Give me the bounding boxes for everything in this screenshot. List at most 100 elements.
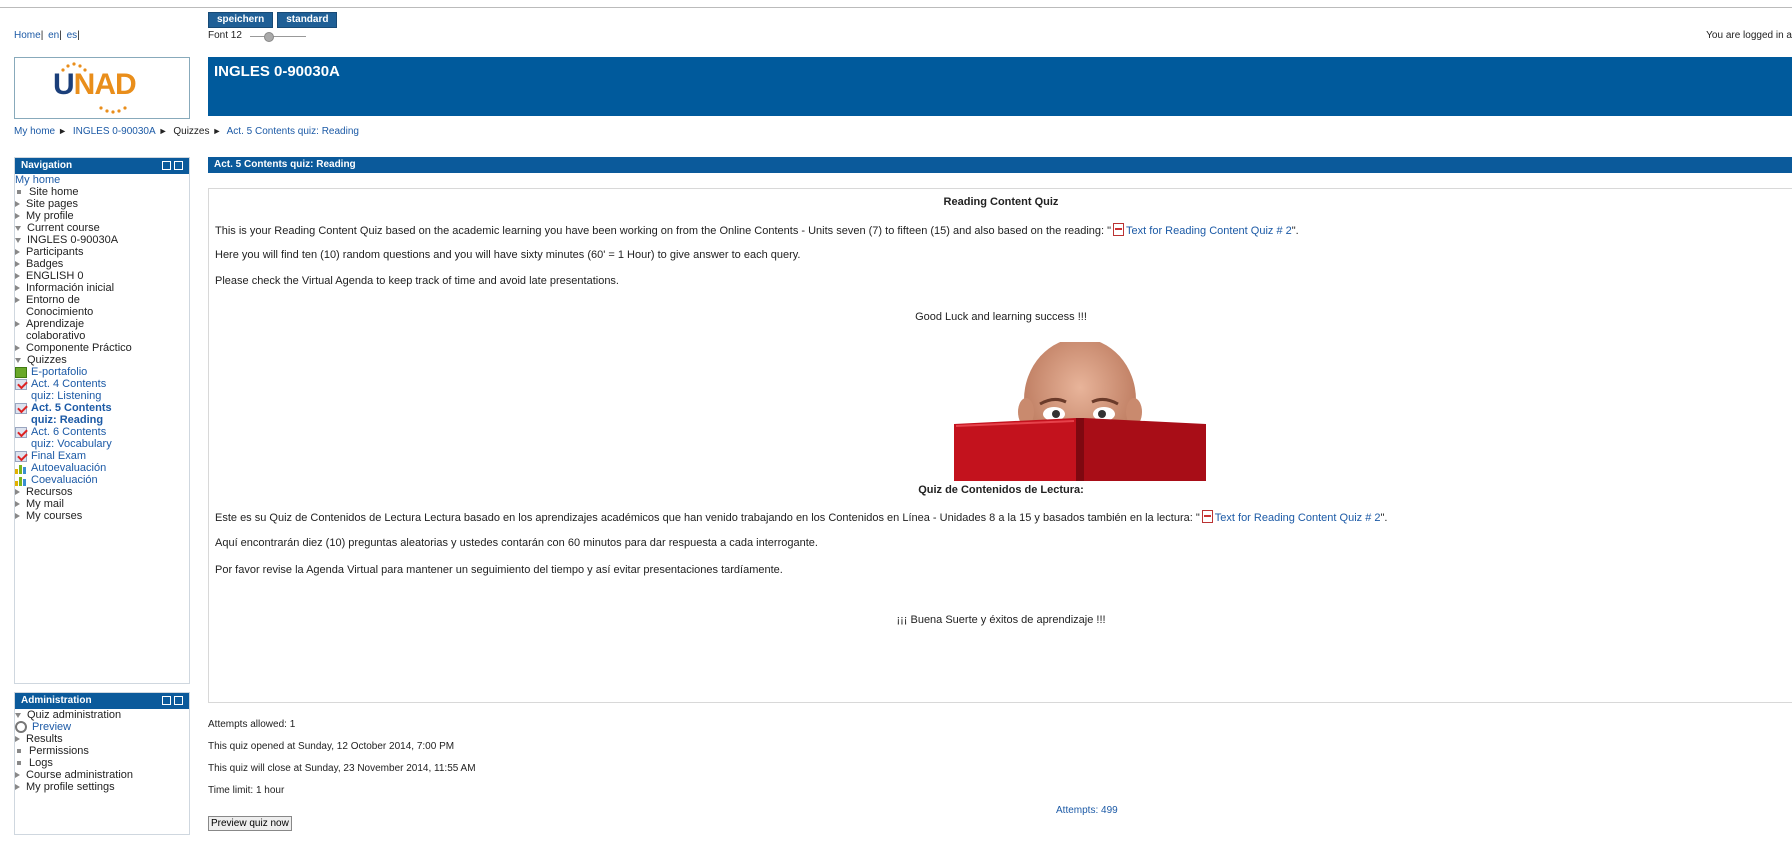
admin-item[interactable]: My profile settings: [15, 781, 189, 793]
tree-item-label[interactable]: Autoevaluación: [31, 462, 106, 474]
breadcrumb-current[interactable]: Act. 5 Contents quiz: Reading: [227, 126, 359, 137]
breadcrumb-separator-icon: ►: [158, 126, 168, 136]
tree-item-label[interactable]: Permissions: [29, 745, 89, 757]
nav-item[interactable]: My mail: [15, 498, 189, 510]
nav-item[interactable]: Act. 4 Contents quiz: Listening: [15, 378, 189, 402]
nav-item[interactable]: My home: [15, 174, 189, 186]
breadcrumb-course[interactable]: INGLES 0-90030A: [73, 126, 156, 137]
pdf-icon: [1201, 510, 1213, 523]
tree-item-label[interactable]: Logs: [29, 757, 53, 769]
nav-item[interactable]: Participants: [15, 246, 189, 258]
nav-item[interactable]: Act. 5 Contents quiz: Reading: [15, 402, 189, 426]
tree-item-label[interactable]: Quiz administration: [27, 709, 121, 721]
attempts-link[interactable]: Attempts: 499: [1056, 805, 1118, 816]
administration-block-header: Administration: [15, 693, 189, 709]
tree-item-label[interactable]: My home: [15, 174, 60, 186]
tree-item-label[interactable]: Course administration: [26, 769, 133, 781]
tree-item-label[interactable]: Badges: [26, 258, 63, 270]
lang-es-link[interactable]: es: [67, 30, 78, 41]
nav-item[interactable]: E-portafolio: [15, 366, 189, 378]
tree-item-label[interactable]: Componente Práctico: [26, 342, 132, 354]
tree-item-label[interactable]: Current course: [27, 222, 100, 234]
breadcrumb-my-home[interactable]: My home: [14, 126, 55, 137]
bullet-icon: [17, 760, 21, 765]
tree-item-label[interactable]: My profile: [26, 210, 74, 222]
nav-item[interactable]: Recursos: [15, 486, 189, 498]
tree-item-label-line2[interactable]: Conocimiento: [26, 306, 93, 318]
dock-icon[interactable]: [174, 161, 183, 170]
dock-icon[interactable]: [174, 696, 183, 705]
tree-item-label-line2[interactable]: quiz: Reading: [31, 414, 103, 426]
tree-item-label[interactable]: Quizzes: [27, 354, 67, 366]
nav-item[interactable]: Site home: [15, 186, 189, 198]
reading-text-link[interactable]: Text for Reading Content Quiz # 2: [1126, 225, 1292, 237]
tree-item-label[interactable]: Aprendizaje: [26, 318, 84, 330]
nav-item[interactable]: Autoevaluación: [15, 462, 189, 474]
admin-item[interactable]: Course administration: [15, 769, 189, 781]
tree-item-label[interactable]: Final Exam: [31, 450, 86, 462]
tree-item-label[interactable]: My courses: [26, 510, 82, 522]
admin-item[interactable]: Preview: [15, 721, 189, 734]
navigation-block-header: Navigation: [15, 158, 189, 174]
nav-item[interactable]: Información inicial: [15, 282, 189, 294]
font-size-slider[interactable]: [249, 31, 306, 42]
tree-item-label[interactable]: INGLES 0-90030A: [27, 234, 118, 246]
tree-item-label[interactable]: Participants: [26, 246, 83, 258]
unad-logo[interactable]: UNAD: [14, 57, 190, 119]
tree-item-label[interactable]: Act. 4 Contents: [31, 378, 106, 390]
admin-item[interactable]: Results: [15, 733, 189, 745]
breadcrumb-quizzes[interactable]: Quizzes: [173, 126, 209, 137]
nav-item[interactable]: Aprendizaje colaborativo: [15, 318, 189, 342]
nav-item[interactable]: Site pages: [15, 198, 189, 210]
tree-item-label[interactable]: My profile settings: [26, 781, 115, 793]
tree-item-label[interactable]: Recursos: [26, 486, 72, 498]
tree-item-label[interactable]: E-portafolio: [31, 366, 87, 378]
tree-item-label[interactable]: Act. 5 Contents: [31, 402, 112, 414]
tree-item-label[interactable]: Coevaluación: [31, 474, 98, 486]
nav-item[interactable]: Coevaluación: [15, 474, 189, 486]
tree-item-label[interactable]: My mail: [26, 498, 64, 510]
tree-item-label[interactable]: Información inicial: [26, 282, 114, 294]
nav-item[interactable]: Quizzes: [15, 354, 189, 366]
tree-item-label[interactable]: Entorno de: [26, 294, 80, 306]
save-button[interactable]: speichern: [208, 12, 274, 28]
tree-item-label-line2[interactable]: quiz: Vocabulary: [31, 438, 112, 450]
nav-item[interactable]: ENGLISH 0: [15, 270, 189, 282]
quiz-icon: [15, 450, 27, 462]
nav-item[interactable]: Badges: [15, 258, 189, 270]
administration-block-title: Administration: [21, 695, 92, 706]
block-controls: [162, 161, 183, 170]
preview-quiz-button[interactable]: Preview quiz now: [208, 816, 292, 831]
tree-item-label[interactable]: Act. 6 Contents: [31, 426, 106, 438]
home-link[interactable]: Home: [14, 30, 41, 41]
tree-item-label[interactable]: Site home: [29, 186, 79, 198]
reading-text-link-es[interactable]: Text for Reading Content Quiz # 2: [1215, 512, 1381, 524]
tree-item-label[interactable]: Site pages: [26, 198, 78, 210]
tree-item-label-line2[interactable]: quiz: Listening: [31, 390, 101, 402]
lang-en-link[interactable]: en: [48, 30, 59, 41]
slider-knob[interactable]: [264, 31, 275, 42]
intro-paragraph-1-end: ".: [1291, 225, 1299, 237]
reading-man-image: [954, 342, 1206, 481]
admin-item[interactable]: Quiz administration: [15, 709, 189, 721]
standard-button[interactable]: standard: [277, 12, 338, 28]
nav-item[interactable]: INGLES 0-90030A: [15, 234, 189, 246]
time-limit: Time limit: 1 hour: [208, 785, 285, 796]
nav-item[interactable]: Entorno de Conocimiento: [15, 294, 189, 318]
tree-item-label-line2[interactable]: colaborativo: [26, 330, 85, 342]
collapse-icon[interactable]: [162, 161, 171, 170]
intro-paragraph-5: Aquí encontrarán diez (10) preguntas ale…: [215, 537, 818, 549]
tree-item-label[interactable]: ENGLISH 0: [26, 270, 83, 282]
admin-item[interactable]: Logs: [15, 757, 189, 769]
nav-item[interactable]: Current course: [15, 222, 189, 234]
nav-item[interactable]: Final Exam: [15, 450, 189, 462]
collapse-icon[interactable]: [162, 696, 171, 705]
portfolio-icon: [15, 366, 27, 378]
admin-item[interactable]: Permissions: [15, 745, 189, 757]
nav-item[interactable]: My profile: [15, 210, 189, 222]
nav-item[interactable]: Act. 6 Contents quiz: Vocabulary: [15, 426, 189, 450]
nav-item[interactable]: Componente Práctico: [15, 342, 189, 354]
nav-item[interactable]: My courses: [15, 510, 189, 522]
tree-item-label[interactable]: Preview: [32, 721, 71, 733]
tree-item-label[interactable]: Results: [26, 733, 63, 745]
